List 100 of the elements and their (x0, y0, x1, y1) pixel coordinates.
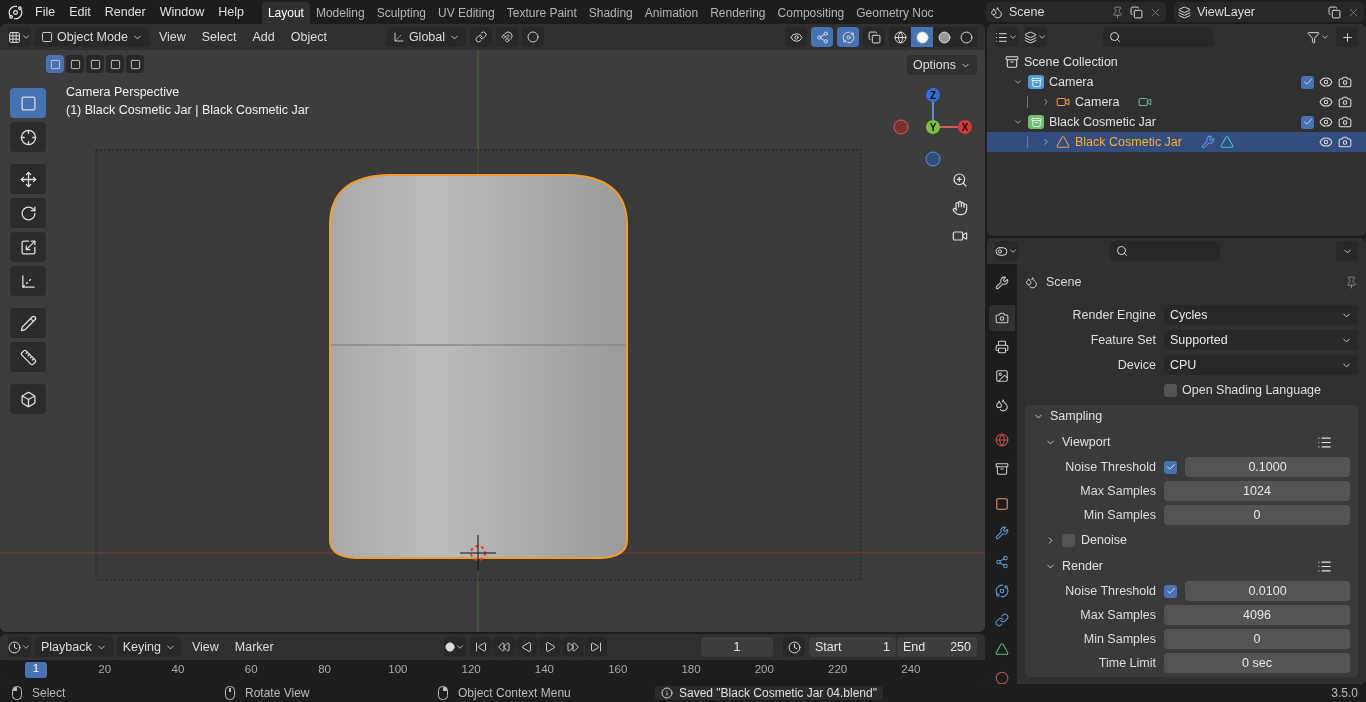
subpanel-header[interactable]: Render (1025, 555, 1358, 577)
shading-button[interactable] (933, 27, 955, 47)
checkbox[interactable] (1164, 460, 1177, 474)
editor-type-button[interactable] (8, 27, 31, 47)
menu-item[interactable]: Marker (228, 637, 280, 657)
record-button[interactable] (443, 637, 466, 657)
checkbox[interactable] (1062, 533, 1075, 547)
workspace-tab[interactable]: Rendering (704, 2, 772, 24)
checkbox[interactable] (1164, 584, 1177, 598)
dropdown-field[interactable]: Cycles (1164, 305, 1358, 325)
menu-item[interactable]: Add (246, 27, 281, 47)
gizmo-button[interactable] (811, 27, 833, 47)
dropdown-field[interactable]: Supported (1164, 330, 1358, 350)
options-button[interactable]: Options (906, 55, 977, 75)
start-frame-field[interactable]: Start 1 (809, 637, 896, 657)
menu-item[interactable]: View (185, 637, 225, 657)
mode-dropdown[interactable]: Object Mode (35, 27, 149, 47)
outliner-row[interactable]: Camera (987, 92, 1366, 112)
subpanel-header[interactable]: Denoise (1025, 529, 1358, 551)
view-layer-selector[interactable]: ViewLayer (1173, 2, 1364, 22)
menu-item[interactable]: Object (284, 27, 333, 47)
xray-button[interactable] (863, 27, 885, 47)
menu-item[interactable]: File (29, 3, 62, 21)
outliner-row[interactable]: Black Cosmetic Jar (987, 132, 1366, 152)
overlay-button[interactable] (837, 27, 859, 47)
tool-button[interactable] (10, 384, 46, 414)
menu-item[interactable]: Edit (63, 3, 97, 21)
jump-end-button[interactable] (584, 637, 607, 657)
scene-collection-label[interactable]: Scene Collection (1024, 55, 1118, 69)
tool-button[interactable] (10, 198, 46, 228)
outliner-row[interactable]: Black Cosmetic Jar (987, 112, 1366, 132)
number-field[interactable]: 0 (1164, 505, 1350, 525)
tool-button[interactable] (10, 342, 46, 372)
workspace-tab[interactable]: UV Editing (432, 2, 501, 24)
tool-button[interactable] (10, 122, 46, 152)
outliner-row[interactable]: Camera (987, 72, 1366, 92)
number-field[interactable]: 0 sec (1164, 653, 1350, 673)
select-mode-button[interactable] (126, 55, 144, 73)
workspace-tab[interactable]: Compositing (771, 2, 851, 24)
menu-item[interactable]: Render (98, 3, 152, 21)
number-field[interactable]: 0.1000 (1185, 457, 1350, 477)
play-reverse-button[interactable] (515, 637, 538, 657)
current-frame-field[interactable]: 1 (701, 637, 773, 657)
number-field[interactable]: 0.0100 (1185, 581, 1350, 601)
editor-type-button[interactable] (8, 637, 31, 657)
proportional-button[interactable] (522, 27, 545, 47)
workspace-tab[interactable]: Modeling (309, 2, 371, 24)
z-axis-handle[interactable]: Z (926, 88, 940, 121)
display-mode-button[interactable] (1024, 27, 1047, 47)
tool-button[interactable] (10, 232, 46, 262)
negative-z-axis-handle[interactable] (925, 151, 941, 167)
select-mode-button[interactable] (106, 55, 124, 73)
search-field[interactable] (1110, 241, 1220, 261)
end-frame-field[interactable]: End 250 (897, 637, 977, 657)
tool-button[interactable] (10, 308, 46, 338)
current-frame-marker[interactable]: 1 (25, 662, 47, 678)
dropdown-field[interactable]: CPU (1164, 355, 1358, 375)
properties-tab[interactable] (989, 305, 1015, 331)
menu-item[interactable]: Help (212, 3, 250, 21)
tool-button[interactable] (10, 164, 46, 194)
editor-type-button[interactable] (995, 241, 1018, 261)
orientation-dropdown[interactable]: Global (386, 27, 467, 47)
workspace-tab[interactable]: Geometry Noc (850, 2, 940, 24)
workspace-tab[interactable]: Texture Paint (500, 2, 583, 24)
next-keyframe-button[interactable] (561, 637, 584, 657)
select-mode-button[interactable] (66, 55, 84, 73)
snap-button[interactable] (496, 27, 519, 47)
number-field[interactable]: 4096 (1164, 605, 1350, 625)
select-mode-button[interactable] (86, 55, 104, 73)
number-field[interactable]: 0 (1164, 629, 1350, 649)
menu-item[interactable]: Window (153, 3, 211, 21)
subpanel-header[interactable]: Viewport (1025, 431, 1358, 453)
number-field[interactable]: 1024 (1164, 481, 1350, 501)
menu-item[interactable]: Select (195, 27, 243, 47)
menu-item[interactable]: Keying (116, 637, 182, 657)
workspace-tab[interactable]: Animation (638, 2, 705, 24)
previous-keyframe-button[interactable] (492, 637, 515, 657)
shading-button[interactable] (955, 27, 977, 47)
editor-type-button[interactable] (995, 27, 1018, 47)
checkbox[interactable] (1164, 383, 1177, 397)
exclude-checkbox[interactable] (1301, 115, 1314, 129)
shading-button[interactable] (889, 27, 911, 47)
menu-item[interactable]: View (152, 27, 192, 47)
preview-range-button[interactable] (783, 637, 805, 657)
visibility-button[interactable] (785, 27, 807, 47)
negative-x-axis-handle[interactable] (893, 119, 909, 135)
select-mode-button[interactable] (46, 55, 64, 73)
play-button[interactable] (538, 637, 561, 657)
exclude-checkbox[interactable] (1301, 75, 1314, 89)
search-field[interactable] (1103, 27, 1213, 47)
workspace-tab[interactable]: Layout (261, 2, 310, 24)
scene-selector[interactable]: Scene (985, 2, 1166, 22)
shading-button[interactable] (911, 27, 933, 47)
tool-button[interactable] (10, 266, 46, 296)
workspace-tab[interactable]: Sculpting (370, 2, 432, 24)
new-collection-button[interactable] (1336, 27, 1358, 47)
jump-start-button[interactable] (469, 637, 492, 657)
x-axis-handle[interactable]: X (939, 120, 972, 134)
menu-item[interactable]: Playback (35, 637, 113, 657)
pivot-button[interactable] (470, 27, 493, 47)
